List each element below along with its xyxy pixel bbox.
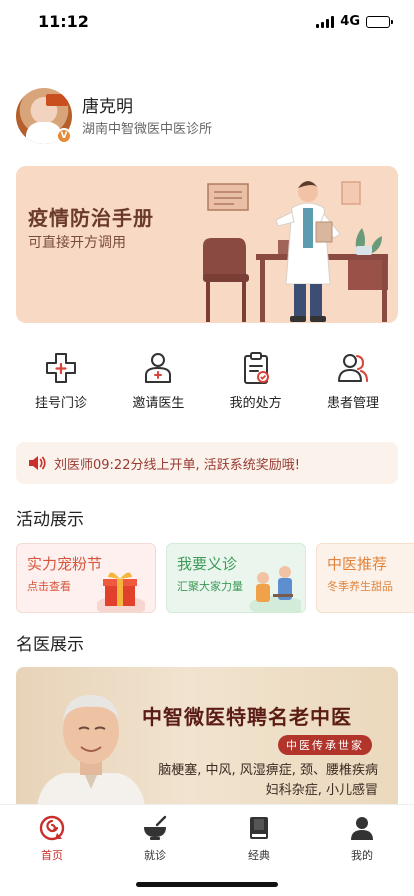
tab-label: 首页: [41, 849, 63, 862]
activity-title: 我要义诊: [177, 555, 238, 573]
network-type: 4G: [340, 14, 360, 29]
activity-carousel[interactable]: 实力宠粉节 点击查看 我要义诊 汇聚大家力量 中医推荐 冬季养生甜品: [16, 543, 414, 613]
quick-action-register[interactable]: 挂号门诊: [16, 350, 106, 414]
activity-card-fan-festival[interactable]: 实力宠粉节 点击查看: [16, 543, 156, 613]
famous-doctor-card[interactable]: 中智微医特聘名老中医 中医传承世家 脑梗塞, 中风, 风湿痹症, 颈、腰椎疾病 …: [16, 667, 398, 807]
activity-subtitle: 冬季养生甜品: [327, 580, 393, 593]
user-icon: [351, 817, 373, 840]
activity-title: 中医推荐: [327, 555, 388, 573]
clinic-name: 湖南中智微医中医诊所: [82, 122, 213, 137]
famous-section-title: 名医展示: [16, 635, 84, 655]
patients-icon: [337, 354, 368, 382]
activity-subtitle: 汇聚大家力量: [177, 580, 243, 593]
quick-action-label: 患者管理: [326, 396, 379, 411]
doctor-name: 唐克明: [82, 97, 133, 117]
home-icon: [39, 815, 65, 841]
invite-doctor-icon: [145, 353, 172, 383]
activity-title: 实力宠粉节: [27, 555, 103, 573]
banner-title: 疫情防治手册: [28, 206, 154, 230]
famous-card-title: 中智微医特聘名老中医: [142, 705, 352, 729]
doctor-profile[interactable]: V 唐克明 湖南中智微医中医诊所: [16, 88, 398, 144]
famous-doctor-photo: [36, 695, 146, 807]
book-icon: [250, 817, 268, 839]
quick-actions: 挂号门诊 邀请医生 我的处方 患者管理: [16, 350, 398, 414]
status-time: 11:12: [38, 12, 89, 31]
quick-action-label: 挂号门诊: [34, 396, 87, 411]
speaker-icon: [29, 456, 46, 470]
tab-visit[interactable]: 就诊: [115, 815, 195, 863]
status-bar: 11:12 4G: [0, 0, 414, 44]
prescription-icon: [243, 352, 269, 384]
gift-box-icon: [97, 572, 145, 612]
notice-bar[interactable]: 刘医师09:22分线上开单, 活跃系统奖励哦!: [16, 442, 398, 484]
tab-home[interactable]: 首页: [12, 815, 92, 863]
signal-icon: [316, 15, 335, 28]
notice-text: 刘医师09:22分线上开单, 活跃系统奖励哦!: [54, 457, 300, 473]
doctor-office-illustration: [203, 181, 388, 322]
medicine-bowl-icon: [144, 815, 167, 840]
banner-subtitle: 可直接开方调用: [28, 235, 126, 251]
verified-badge-icon: V: [56, 128, 72, 144]
tab-classics[interactable]: 经典: [219, 815, 299, 863]
activities-section-title: 活动展示: [16, 510, 84, 530]
specialty-line-1: 脑梗塞, 中风, 风湿痹症, 颈、腰椎疾病: [158, 763, 378, 778]
quick-action-patients[interactable]: 患者管理: [308, 350, 398, 414]
activity-card-tcm-recommend[interactable]: 中医推荐 冬季养生甜品: [316, 543, 414, 613]
epidemic-handbook-banner[interactable]: 疫情防治手册 可直接开方调用: [16, 166, 398, 323]
clinic-cross-icon: [46, 353, 76, 383]
tab-label: 经典: [248, 849, 270, 862]
status-indicators: 4G: [316, 14, 393, 29]
consultation-illustration: [249, 566, 301, 612]
quick-action-invite[interactable]: 邀请医生: [113, 350, 203, 414]
home-indicator: [136, 882, 278, 887]
quick-action-label: 邀请医生: [132, 396, 185, 411]
battery-icon: [366, 15, 393, 28]
tab-label: 我的: [351, 849, 373, 862]
famous-card-tag: 中医传承世家: [278, 735, 372, 755]
tab-label: 就诊: [144, 849, 166, 862]
activity-subtitle: 点击查看: [27, 580, 71, 593]
quick-action-prescription[interactable]: 我的处方: [211, 350, 301, 414]
tab-mine[interactable]: 我的: [322, 815, 402, 863]
quick-action-label: 我的处方: [229, 396, 282, 411]
specialty-line-2: 妇科杂症, 小儿感冒: [265, 783, 378, 798]
activity-card-free-clinic[interactable]: 我要义诊 汇聚大家力量: [166, 543, 306, 613]
